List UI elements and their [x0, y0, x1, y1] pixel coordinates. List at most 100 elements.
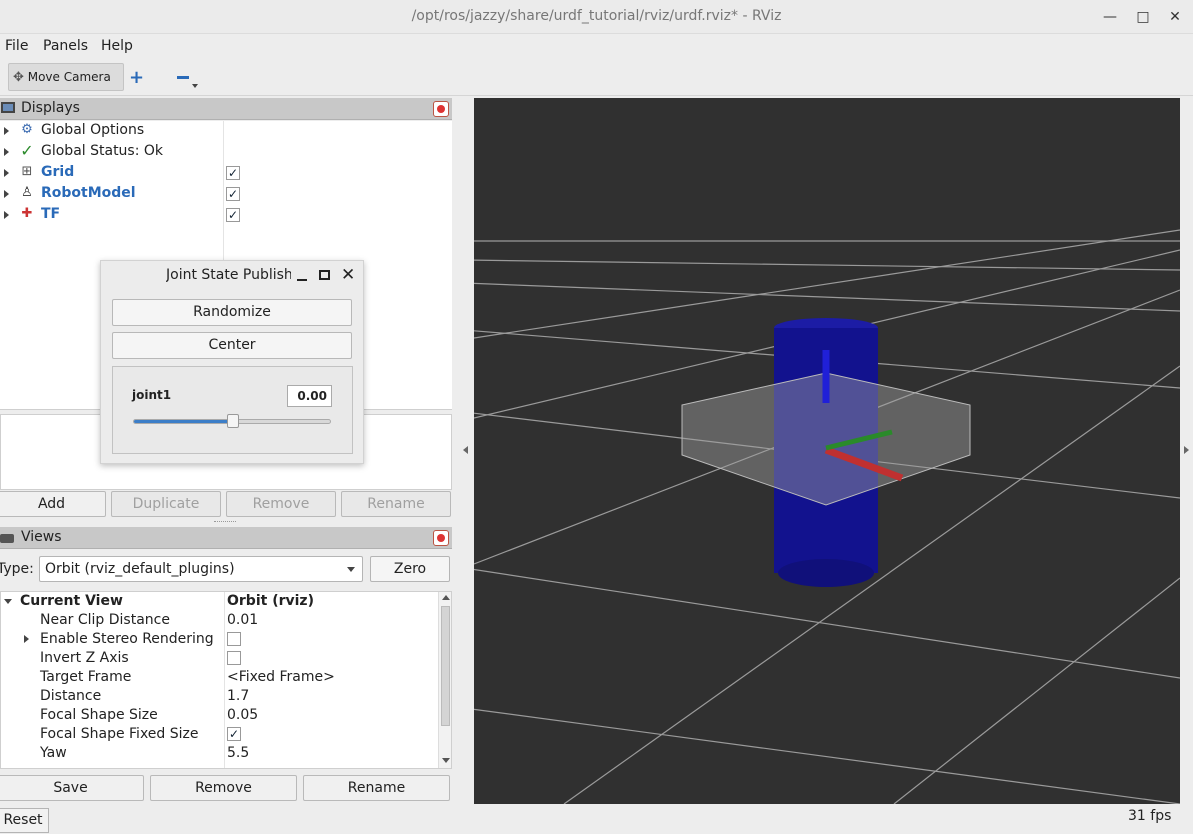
remove-display-button[interactable]: Remove: [226, 491, 336, 517]
chevron-down-icon[interactable]: [192, 84, 198, 88]
display-item-tf[interactable]: ✚ TF ✓: [0, 205, 452, 225]
center-button[interactable]: Center: [112, 332, 352, 359]
right-splitter-arrow-icon[interactable]: [1184, 446, 1189, 454]
property-key: Focal Shape Fixed Size: [40, 726, 199, 742]
toolbar: ✥ Move Camera +: [0, 58, 1193, 96]
views-close-icon[interactable]: [433, 530, 449, 546]
expand-arrow-icon[interactable]: [4, 169, 9, 177]
display-label: TF: [41, 206, 61, 222]
render-viewport[interactable]: [474, 98, 1180, 804]
property-row[interactable]: Invert Z Axis: [1, 649, 438, 668]
property-key: Yaw: [40, 745, 67, 761]
menu-help[interactable]: Help: [101, 38, 133, 54]
remove-view-button[interactable]: Remove: [150, 775, 297, 801]
property-row[interactable]: Focal Shape Fixed Size ✓: [1, 725, 438, 744]
view-type-select[interactable]: Orbit (rviz_default_plugins): [39, 556, 363, 582]
expand-arrow-icon[interactable]: [24, 635, 29, 643]
display-item-robotmodel[interactable]: ♙ RobotModel ✓: [0, 184, 452, 204]
view-type-value: Orbit (rviz_default_plugins): [45, 561, 235, 577]
current-view-row[interactable]: Current View Orbit (rviz): [1, 592, 438, 611]
property-value[interactable]: 0.05: [227, 707, 258, 723]
move-camera-button[interactable]: ✥ Move Camera: [8, 63, 124, 91]
remove-tool-icon[interactable]: [177, 76, 189, 79]
expand-arrow-icon[interactable]: [4, 127, 9, 135]
menu-file[interactable]: File: [5, 38, 28, 54]
property-key: Near Clip Distance: [40, 612, 170, 628]
property-value[interactable]: 0.01: [227, 612, 258, 628]
property-row[interactable]: Enable Stereo Rendering: [1, 630, 438, 649]
checkmark-icon: ✓: [20, 141, 34, 160]
display-item-grid[interactable]: ⊞ Grid ✓: [0, 163, 452, 183]
property-row[interactable]: Target Frame <Fixed Frame>: [1, 668, 438, 687]
left-splitter-arrow-icon[interactable]: [463, 446, 468, 454]
gear-icon: ⚙: [21, 122, 33, 137]
collapse-arrow-icon[interactable]: [4, 599, 12, 604]
zero-button[interactable]: Zero: [370, 556, 450, 582]
property-value[interactable]: 1.7: [227, 688, 249, 704]
property-row[interactable]: Distance 1.7: [1, 687, 438, 706]
property-value[interactable]: 5.5: [227, 745, 249, 761]
property-key: Target Frame: [40, 669, 132, 685]
fps-counter: 31 fps: [1128, 808, 1172, 824]
displays-title: Displays: [21, 100, 80, 116]
views-header: Views: [0, 527, 452, 549]
move-camera-label: Move Camera: [27, 70, 111, 84]
dialog-title: Joint State Publishe: [166, 267, 291, 283]
close-icon[interactable]: ✕: [1165, 7, 1185, 27]
rename-view-button[interactable]: Rename: [303, 775, 450, 801]
maximize-icon[interactable]: [319, 270, 330, 280]
tf-enabled-checkbox[interactable]: ✓: [226, 208, 240, 222]
property-key: Enable Stereo Rendering: [40, 631, 214, 647]
minimize-icon[interactable]: —: [1100, 7, 1120, 27]
expand-arrow-icon[interactable]: [4, 148, 9, 156]
view-properties-tree: Current View Orbit (rviz) Near Clip Dist…: [0, 591, 452, 769]
minimize-icon[interactable]: [297, 279, 307, 281]
properties-scrollbar[interactable]: [438, 592, 451, 768]
focal-fixed-checkbox[interactable]: ✓: [227, 727, 241, 741]
robot-icon: ♙: [21, 185, 33, 200]
robotmodel-enabled-checkbox[interactable]: ✓: [226, 187, 240, 201]
cylinder-bottom: [778, 559, 874, 587]
stereo-checkbox[interactable]: [227, 632, 241, 646]
window-title: /opt/ros/jazzy/share/urdf_tutorial/rviz/…: [411, 8, 782, 24]
joint-name-label: joint1: [132, 388, 172, 402]
menu-panels[interactable]: Panels: [43, 38, 88, 54]
save-view-button[interactable]: Save: [0, 775, 144, 801]
grid-enabled-checkbox[interactable]: ✓: [226, 166, 240, 180]
maximize-icon[interactable]: □: [1133, 7, 1153, 27]
grid-icon: ⊞: [21, 164, 33, 179]
property-key: Focal Shape Size: [40, 707, 158, 723]
close-icon[interactable]: ✕: [341, 265, 355, 285]
expand-arrow-icon[interactable]: [4, 211, 9, 219]
invert-z-checkbox[interactable]: [227, 651, 241, 665]
scroll-down-icon[interactable]: [442, 758, 450, 763]
menu-bar: File Panels Help: [0, 34, 1193, 58]
property-row[interactable]: Focal Shape Size 0.05: [1, 706, 438, 725]
joint-state-publisher-dialog: Joint State Publishe ✕ Randomize Center …: [100, 260, 364, 464]
randomize-button[interactable]: Randomize: [112, 299, 352, 326]
display-label: Grid: [41, 164, 75, 180]
views-title: Views: [21, 529, 62, 545]
scroll-thumb[interactable]: [441, 606, 450, 726]
add-display-button[interactable]: Add: [0, 491, 106, 517]
add-tool-icon[interactable]: +: [129, 67, 144, 88]
current-view-value: Orbit (rviz): [227, 593, 314, 609]
expand-arrow-icon[interactable]: [4, 190, 9, 198]
displays-close-icon[interactable]: [433, 101, 449, 117]
reset-button[interactable]: Reset: [0, 808, 49, 833]
joint-value-field[interactable]: 0.00: [287, 385, 332, 407]
joint-slider-handle[interactable]: [227, 414, 239, 428]
scroll-up-icon[interactable]: [442, 595, 450, 600]
duplicate-display-button[interactable]: Duplicate: [111, 491, 221, 517]
property-key: Invert Z Axis: [40, 650, 129, 666]
rename-display-button[interactable]: Rename: [341, 491, 451, 517]
display-label: RobotModel: [41, 185, 136, 201]
property-row[interactable]: Yaw 5.5: [1, 744, 438, 763]
splitter-handle[interactable]: [214, 521, 236, 524]
display-item-global-options[interactable]: ⚙ Global Options: [0, 121, 452, 141]
property-key: Distance: [40, 688, 102, 704]
display-item-global-status[interactable]: ✓ Global Status: Ok: [0, 142, 452, 162]
property-row[interactable]: Near Clip Distance 0.01: [1, 611, 438, 630]
joint-slider-track[interactable]: [133, 414, 331, 428]
property-value[interactable]: <Fixed Frame>: [227, 669, 335, 685]
